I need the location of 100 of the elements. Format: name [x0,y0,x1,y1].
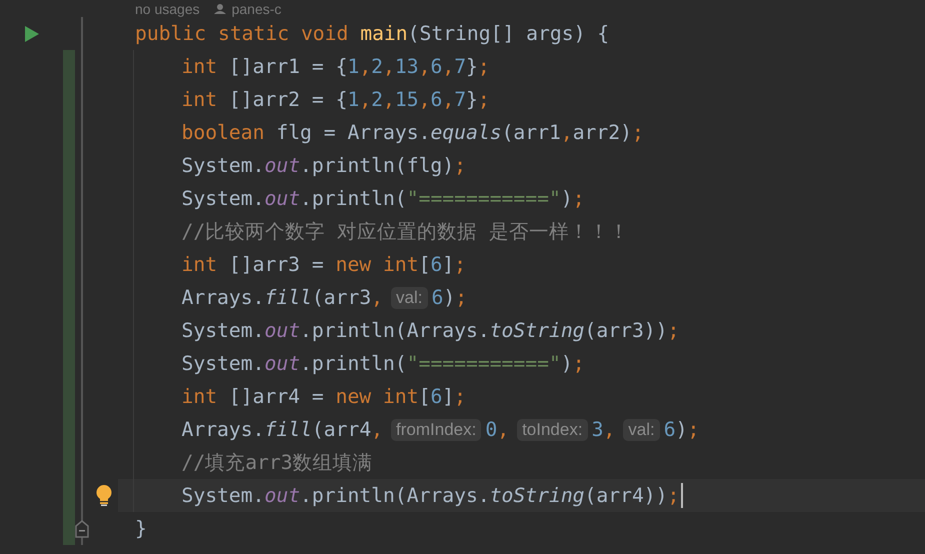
keyword: ; [687,418,700,441]
method-call: toString [490,319,585,342]
code-text: ) [676,418,688,441]
usages-hint[interactable]: no usages [135,0,200,16]
code-text: ] [442,253,454,276]
keyword: ; [478,55,490,78]
keyword: , [497,418,510,441]
method-call: toString [490,484,585,507]
code-text: System. [182,352,264,375]
author-name: panes-c [232,0,282,16]
keyword: , [359,88,372,111]
number-literal: 3 [592,418,604,441]
code-text: (String[] args) { [408,22,610,45]
parameter-hint: fromIndex: [391,418,482,440]
number-literal: 15 [394,88,419,111]
keyword: int [182,55,218,78]
code-text: System. [182,154,264,177]
code-text: ) [560,187,573,210]
keyword: , [383,88,395,111]
keyword: public static void [135,22,350,45]
keyword: new int [336,385,419,408]
keyword: , [371,286,384,309]
keyword: ; [572,187,585,210]
code-text: arr2) [572,121,632,144]
field-name: out [264,352,300,375]
keyword: , [442,55,454,78]
code-text: .println( [300,187,407,210]
code-text: Arrays. [182,286,264,309]
number-literal: 2 [371,88,384,111]
code-text: } [466,88,478,111]
keyword: , [383,55,395,78]
code-text: System. [182,319,264,342]
code-text: flg = Arrays. [275,121,430,144]
code-text: [ [418,385,430,408]
keyword: , [371,418,384,441]
number-literal: 6 [432,286,444,309]
code-text: .println( [300,352,407,375]
keyword: , [603,418,616,441]
number-literal: 6 [430,88,442,111]
method-call: fill [264,418,312,441]
parameter-hint: val: [391,286,428,308]
number-literal: 6 [430,253,442,276]
code-comment: //填充arr3数组填满 [182,450,373,476]
number-literal: 13 [394,55,419,78]
parameter-hint: val: [623,418,660,440]
number-literal: 7 [454,55,466,78]
code-text: ) [443,286,456,309]
number-literal: 7 [454,88,466,111]
code-text: (arr4)) [584,484,668,507]
keyword: ; [668,484,680,507]
code-text: [ [418,253,430,276]
number-literal: 2 [371,55,384,78]
keyword: int [182,88,218,111]
keyword: ; [455,286,468,309]
code-text: []arr2 = { [228,88,348,111]
keyword: , [359,55,372,78]
number-literal: 6 [664,418,676,441]
code-text: (arr4 [312,418,372,441]
string-literal: "===========" [406,187,561,210]
number-literal: 1 [347,55,360,78]
code-text: []arr1 = { [228,55,348,78]
number-literal: 0 [485,418,498,441]
method-name: main [360,22,408,45]
method-call: fill [264,286,312,309]
keyword: new int [336,253,419,276]
field-name: out [264,187,300,210]
keyword: ; [454,253,466,276]
code-text: } [135,517,147,540]
parameter-hint: toIndex: [517,418,588,440]
code-text: (arr3)) [584,319,668,342]
code-text: .println(Arrays. [300,319,490,342]
code-text: ] [442,385,454,408]
field-name: out [264,319,300,342]
code-text: (arr3 [312,286,372,309]
keyword: boolean [182,121,264,144]
code-text: Arrays. [182,418,264,441]
field-name: out [264,484,300,507]
keyword: ; [668,319,680,342]
keyword: ; [454,154,466,177]
number-literal: 6 [430,385,442,408]
code-text: []arr3 = [228,253,325,276]
code-text: System. [182,484,264,507]
code-text: System. [182,187,264,210]
number-literal: 1 [347,88,360,111]
field-name: out [264,154,300,177]
code-text: []arr4 = [228,385,325,408]
keyword: ; [632,121,644,144]
keyword: ; [478,88,490,111]
keyword: ; [572,352,585,375]
code-text: .println(Arrays. [300,484,490,507]
code-text: .println(flg) [300,154,454,177]
string-literal: "===========" [406,352,561,375]
code-text: (arr1 [502,121,561,144]
keyword: int [182,385,218,408]
keyword: , [418,55,430,78]
code-text: ) [560,352,573,375]
code-text: } [466,55,478,78]
keyword: , [418,88,430,111]
number-literal: 6 [430,55,442,78]
code-comment: //比较两个数字 对应位置的数据 是否一样！！！ [182,219,629,245]
